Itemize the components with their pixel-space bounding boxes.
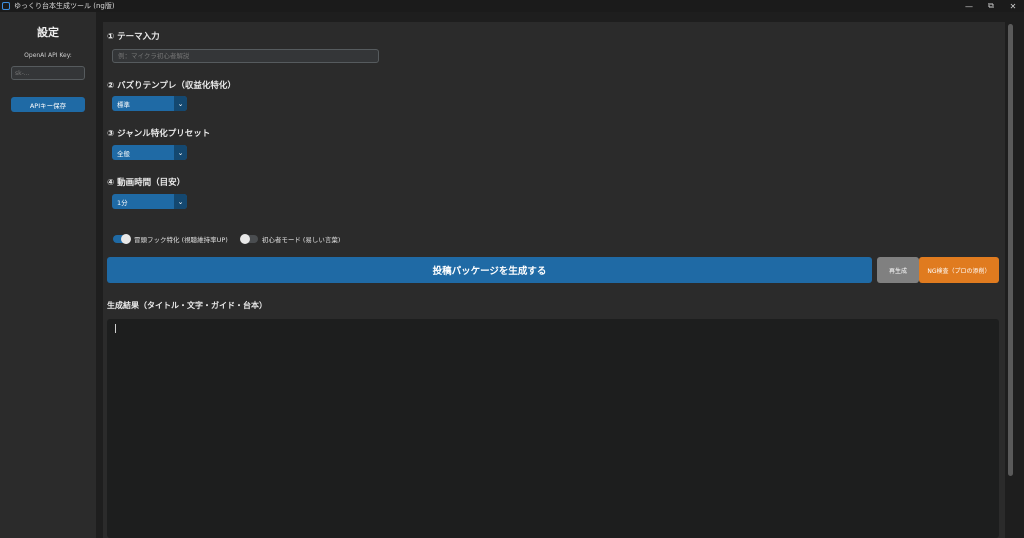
window-controls: — ⧉ ✕: [958, 0, 1024, 12]
sidebar: 設定 OpenAI API Key: APIキー保存: [0, 12, 96, 538]
toggle-knob: [121, 234, 131, 244]
regenerate-button[interactable]: 再生成: [877, 257, 919, 283]
ng-check-button[interactable]: NG検査（プロの添削）: [919, 257, 999, 283]
toggle-knob: [239, 234, 250, 244]
hook-toggle[interactable]: [113, 234, 131, 244]
result-textarea[interactable]: [107, 319, 999, 538]
theme-label: ① テーマ入力: [107, 32, 160, 42]
generate-button[interactable]: 投稿パッケージを生成する: [107, 257, 872, 283]
duration-dropdown[interactable]: 1分 ⌄: [112, 194, 187, 209]
genre-selected: 全般: [117, 149, 130, 158]
app-icon: [2, 2, 10, 10]
text-caret: [115, 324, 116, 333]
api-key-label: OpenAI API Key:: [24, 52, 72, 59]
scrollbar[interactable]: [1008, 24, 1013, 476]
template-dropdown[interactable]: 標準 ⌄: [112, 96, 187, 111]
minimize-icon[interactable]: —: [958, 0, 980, 12]
window-title: ゆっくり台本生成ツール (ng版): [14, 2, 115, 10]
api-key-input[interactable]: [11, 66, 85, 80]
chevron-down-icon[interactable]: ⌄: [174, 96, 187, 111]
beginner-toggle-label: 初心者モード (易しい言葉): [261, 236, 341, 244]
duration-selected: 1分: [117, 198, 128, 207]
content-panel: ① テーマ入力 ② バズりテンプレ（収益化特化） 標準 ⌄ ③ ジャンル特化プリ…: [103, 22, 1005, 538]
hook-toggle-label: 冒頭フック特化 (視聴維持率UP): [134, 236, 228, 244]
chevron-down-icon[interactable]: ⌄: [174, 194, 187, 209]
close-icon[interactable]: ✕: [1002, 0, 1024, 12]
template-selected: 標準: [117, 100, 130, 109]
result-label: 生成結果（タイトル・文字・ガイド・台本）: [107, 301, 267, 310]
beginner-toggle[interactable]: [239, 234, 258, 244]
duration-label: ④ 動画時間（目安）: [107, 178, 186, 188]
main-area: ① テーマ入力 ② バズりテンプレ（収益化特化） 標準 ⌄ ③ ジャンル特化プリ…: [96, 12, 1024, 538]
options-row: 冒頭フック特化 (視聴維持率UP) 初心者モード (易しい言葉): [113, 234, 353, 244]
sidebar-title: 設定: [37, 26, 59, 39]
save-api-key-button[interactable]: APIキー保存: [11, 97, 85, 112]
genre-dropdown[interactable]: 全般 ⌄: [112, 145, 187, 160]
chevron-down-icon[interactable]: ⌄: [174, 145, 187, 160]
template-label: ② バズりテンプレ（収益化特化）: [107, 81, 236, 91]
genre-label: ③ ジャンル特化プリセット: [107, 129, 211, 139]
title-bar: ゆっくり台本生成ツール (ng版) — ⧉ ✕: [0, 0, 1024, 12]
theme-input[interactable]: [112, 49, 379, 63]
restore-icon[interactable]: ⧉: [980, 0, 1002, 12]
